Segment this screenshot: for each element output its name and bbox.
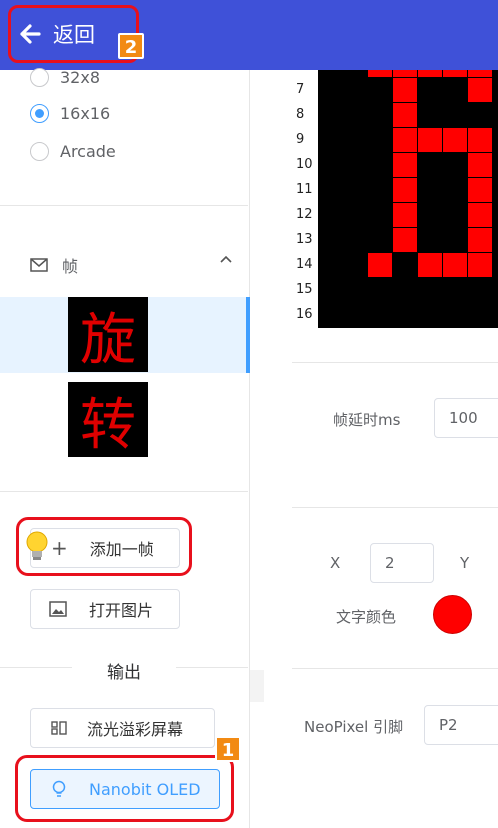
neopixel-label: 流光溢彩屏幕 [87, 720, 184, 739]
frame-glyph: 旋 [80, 308, 136, 373]
frame-item-2[interactable]: 转 [0, 380, 248, 458]
radio-circle-checked[interactable] [30, 104, 49, 123]
led-pixel-on[interactable] [368, 253, 392, 277]
radio-label: Arcade [60, 142, 116, 161]
led-pixel-on[interactable] [418, 128, 442, 152]
scroll-gutter [250, 670, 264, 702]
row-number: 16 [296, 307, 313, 322]
radio-circle[interactable] [30, 142, 49, 161]
led-pixel-on[interactable] [443, 253, 467, 277]
led-pixel-on[interactable] [393, 53, 417, 77]
step-badge-2: 2 [118, 33, 144, 59]
row-number: 7 [296, 82, 305, 97]
back-label: 返回 [53, 23, 95, 47]
led-matrix-pixels[interactable] [318, 53, 498, 328]
led-pixel-on[interactable] [368, 53, 392, 77]
pin-label: NeoPixel 引脚 [304, 718, 404, 736]
row-number: 13 [296, 232, 313, 247]
output-title: 输出 [107, 663, 141, 683]
divider [176, 667, 248, 668]
led-pixel-on[interactable] [468, 203, 492, 227]
frames-section-header[interactable]: 帧 [30, 253, 232, 277]
frame-delay-label: 帧延时ms [333, 411, 401, 429]
lightbulb-icon [26, 531, 48, 560]
row-number: 9 [296, 132, 305, 147]
led-pixel-on[interactable] [418, 253, 442, 277]
divider [292, 507, 498, 508]
row-number: 11 [296, 182, 313, 197]
top-bar: 返回 2 [0, 0, 498, 70]
led-matrix-grid[interactable] [318, 53, 498, 328]
led-pixel-on[interactable] [468, 228, 492, 252]
svg-text:转: 转 [80, 393, 136, 457]
divider [292, 668, 498, 669]
frame-glyph: 转 [80, 393, 136, 458]
frame-delay-input[interactable]: 100 [434, 398, 498, 438]
text-color-swatch[interactable] [433, 595, 472, 634]
led-pixel-on[interactable] [468, 153, 492, 177]
pin-select[interactable]: P2 [424, 705, 498, 745]
text-color-label: 文字颜色 [336, 608, 397, 626]
image-icon [49, 601, 67, 617]
led-pixel-on[interactable] [393, 103, 417, 127]
neopixel-button[interactable]: 流光溢彩屏幕 [30, 708, 215, 748]
step-badge-1: 1 [215, 736, 241, 762]
open-image-button[interactable]: 打开图片 [30, 589, 180, 629]
led-pixel-on[interactable] [468, 53, 492, 77]
arrow-left-icon [20, 24, 41, 44]
row-number: 14 [296, 257, 313, 272]
led-pixel-on[interactable] [393, 228, 417, 252]
radio-label: 32x8 [60, 68, 101, 87]
divider [0, 205, 248, 206]
led-pixel-on[interactable] [468, 128, 492, 152]
divider [292, 362, 498, 363]
plus-icon: + [51, 536, 68, 560]
radio-option-32x8[interactable]: 32x8 [30, 68, 100, 87]
led-pixel-on[interactable] [443, 128, 467, 152]
row-number: 8 [296, 107, 305, 122]
frame-item-1[interactable]: 旋 [0, 297, 250, 373]
svg-text:旋: 旋 [80, 308, 136, 372]
divider [0, 491, 248, 492]
open-image-label: 打开图片 [89, 601, 154, 620]
led-pixel-on[interactable] [443, 53, 467, 77]
led-pixel-on[interactable] [393, 153, 417, 177]
nanobit-oled-label: Nanobit OLED [89, 779, 201, 799]
radio-option-16x16[interactable]: 16x16 [30, 104, 110, 123]
add-frame-label: 添加一帧 [89, 540, 154, 559]
x-input[interactable]: 2 [370, 543, 434, 583]
grid-icon [51, 721, 67, 735]
add-frame-button[interactable]: + 添加一帧 [30, 528, 180, 568]
row-number: 15 [296, 282, 313, 297]
row-number: 10 [296, 157, 313, 172]
radio-option-arcade[interactable]: Arcade [30, 142, 116, 161]
row-number: 12 [296, 207, 313, 222]
led-pixel-on[interactable] [468, 178, 492, 202]
nanobit-oled-button[interactable]: Nanobit OLED [30, 769, 220, 809]
radio-label: 16x16 [60, 104, 111, 123]
led-pixel-on[interactable] [393, 203, 417, 227]
led-pixel-on[interactable] [468, 78, 492, 102]
y-label: Y [460, 554, 470, 572]
chevron-up-icon[interactable] [220, 255, 232, 263]
radio-circle[interactable] [30, 68, 49, 87]
frames-title: 帧 [62, 257, 79, 276]
mail-icon [30, 258, 48, 272]
frame-thumbnail: 旋 [68, 297, 148, 373]
led-pixel-on[interactable] [393, 178, 417, 202]
lightbulb-outline-icon [52, 780, 66, 797]
led-pixel-on[interactable] [393, 78, 417, 102]
left-panel: 32x8 16x16 Arcade 帧 旋 转 + 添加一帧 打开图片 输出 流… [0, 68, 250, 828]
led-pixel-on[interactable] [393, 128, 417, 152]
frame-thumbnail: 转 [68, 382, 148, 458]
led-pixel-on[interactable] [468, 253, 492, 277]
led-pixel-on[interactable] [418, 53, 442, 77]
x-label: X [330, 554, 341, 572]
